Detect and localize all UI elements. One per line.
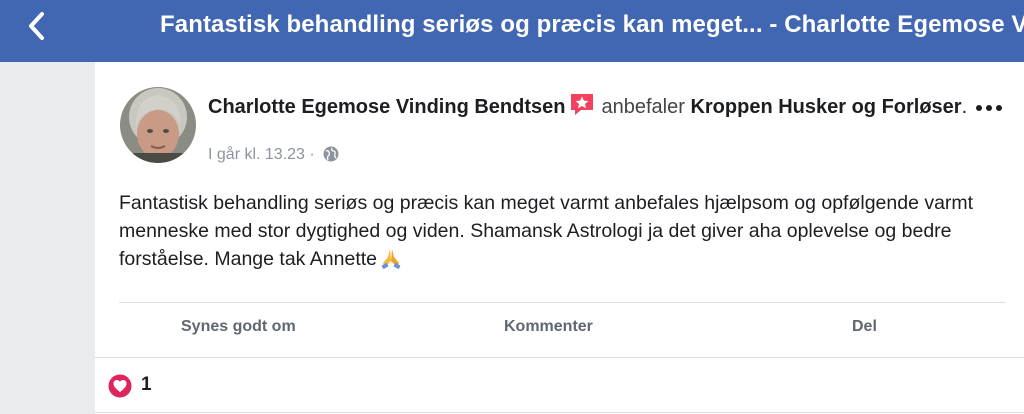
avatar-image [120, 87, 196, 163]
like-button[interactable]: Synes godt om [181, 318, 296, 336]
author-avatar[interactable] [120, 87, 196, 163]
back-button[interactable] [22, 10, 54, 42]
globe-icon[interactable] [323, 146, 339, 167]
chevron-left-icon [29, 12, 44, 40]
recommended-page-link[interactable]: Kroppen Husker og Forløser [690, 96, 961, 118]
page-title: Fantastisk behandling seriøs og præcis k… [160, 11, 1024, 38]
author-name[interactable]: Charlotte Egemose Vinding Bendtsen [208, 96, 565, 118]
meta-separator: · [309, 146, 315, 163]
post-card: Charlotte Egemose Vinding Bendtsen anbefa… [95, 62, 1024, 414]
reactions-divider [95, 357, 1024, 358]
post-timestamp[interactable]: I går kl. 13.23 [208, 146, 305, 163]
actions-divider [119, 302, 1006, 303]
reaction-count: 1 [141, 374, 152, 395]
header-period: . [961, 96, 968, 118]
post-meta: I går kl. 13.23 · [208, 146, 339, 167]
recommend-verb: anbefaler [601, 96, 685, 118]
post-header: Charlotte Egemose Vinding Bendtsen anbefa… [208, 92, 968, 124]
recommend-star-icon [569, 92, 595, 124]
praying-hands-icon [379, 247, 403, 277]
love-reaction-icon [107, 373, 133, 404]
comment-button[interactable]: Kommenter [504, 318, 593, 336]
share-button[interactable]: Del [852, 318, 877, 336]
top-navigation-bar: Fantastisk behandling seriøs og præcis k… [0, 0, 1024, 62]
more-options-button[interactable] [971, 98, 1007, 118]
post-text: Fantastisk behandling seriøs og præcis k… [119, 192, 974, 270]
post-body: Fantastisk behandling seriøs og præcis k… [119, 189, 999, 277]
more-dots-icon [976, 105, 1002, 111]
bottom-divider [95, 412, 1024, 413]
